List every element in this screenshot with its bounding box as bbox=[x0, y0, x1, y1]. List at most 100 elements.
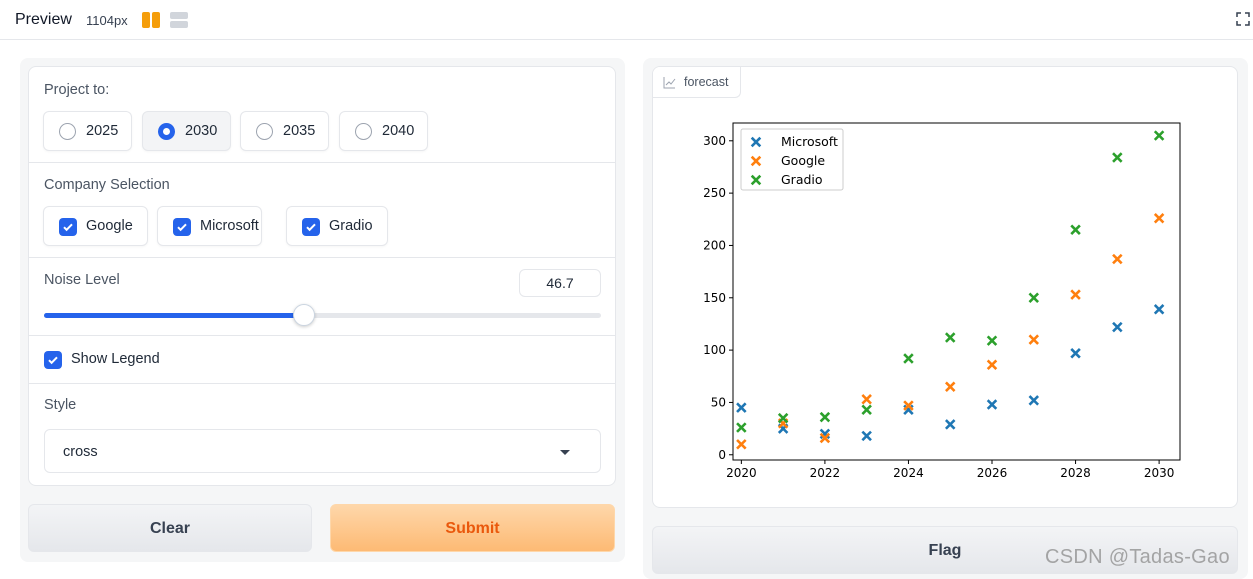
noise-level-label: Noise Level bbox=[44, 272, 120, 288]
data-point-microsoft bbox=[944, 419, 956, 430]
data-point-gradio bbox=[1070, 224, 1081, 235]
input-form: Project to: 2025 2030 2035 2040 Company … bbox=[28, 66, 616, 486]
data-point-gradio bbox=[944, 332, 956, 343]
data-point-google bbox=[1112, 253, 1123, 265]
plot-label: forecast bbox=[653, 67, 741, 98]
legend-label: Gradio bbox=[781, 172, 823, 187]
submit-button[interactable]: Submit bbox=[330, 504, 615, 552]
radio-2035[interactable]: 2035 bbox=[240, 111, 329, 151]
data-point-gradio bbox=[1028, 292, 1040, 304]
data-point-gradio bbox=[861, 404, 872, 416]
data-point-google bbox=[944, 381, 956, 392]
legend-label: Google bbox=[781, 153, 825, 168]
y-tick-label: 150 bbox=[703, 291, 726, 305]
radio-label: 2030 bbox=[185, 123, 218, 139]
company-selection-label: Company Selection bbox=[44, 177, 170, 193]
project-to-group: Project to: 2025 2030 2035 2040 bbox=[29, 67, 615, 163]
y-tick-label: 200 bbox=[703, 238, 726, 252]
data-point-microsoft bbox=[1153, 304, 1165, 315]
style-dropdown-value: cross bbox=[63, 444, 98, 460]
plot-label-text: forecast bbox=[684, 75, 729, 89]
project-to-label: Project to: bbox=[44, 82, 110, 98]
data-point-gradio bbox=[736, 422, 747, 433]
y-tick-label: 100 bbox=[703, 343, 726, 357]
noise-level-number-input[interactable]: 46.7 bbox=[519, 269, 601, 297]
data-point-microsoft bbox=[1070, 348, 1081, 359]
style-label: Style bbox=[44, 397, 77, 413]
checkbox-label: Microsoft bbox=[200, 218, 259, 234]
row-layout-icon[interactable] bbox=[170, 12, 188, 28]
data-point-microsoft bbox=[1028, 395, 1040, 406]
checkbox-gradio[interactable]: Gradio bbox=[286, 206, 388, 246]
data-point-microsoft bbox=[861, 430, 872, 442]
data-point-gradio bbox=[986, 335, 998, 346]
column-layout-icon[interactable] bbox=[142, 12, 160, 28]
data-point-google bbox=[986, 359, 998, 370]
data-point-gradio bbox=[903, 353, 914, 364]
show-legend-checkbox[interactable]: Show Legend bbox=[29, 336, 229, 384]
show-legend-label: Show Legend bbox=[71, 351, 160, 367]
radio-2025[interactable]: 2025 bbox=[43, 111, 132, 151]
radio-circle-selected bbox=[158, 123, 175, 140]
x-tick-label: 2030 bbox=[1144, 466, 1175, 480]
data-point-microsoft bbox=[986, 399, 998, 410]
checkbox-google[interactable]: Google bbox=[43, 206, 148, 246]
radio-label: 2025 bbox=[86, 123, 119, 139]
radio-2040[interactable]: 2040 bbox=[339, 111, 428, 151]
radio-label: 2035 bbox=[283, 123, 316, 139]
data-point-microsoft bbox=[1112, 321, 1123, 333]
data-point-gradio bbox=[1153, 130, 1165, 141]
data-point-google bbox=[736, 439, 747, 450]
chart-icon bbox=[663, 77, 676, 89]
style-dropdown[interactable]: cross bbox=[44, 429, 601, 473]
show-legend-group: Show Legend bbox=[29, 336, 615, 384]
chevron-down-icon bbox=[560, 450, 570, 455]
x-tick-label: 2026 bbox=[977, 466, 1008, 480]
data-point-google bbox=[1070, 289, 1081, 300]
radio-circle bbox=[256, 123, 273, 140]
y-tick-label: 0 bbox=[718, 448, 726, 462]
forecast-plot: forecast 2020 2022 2024 2026 2028 2030 0 50 100 1… bbox=[652, 66, 1238, 508]
clear-button[interactable]: Clear bbox=[28, 504, 312, 552]
data-point-gradio bbox=[1112, 152, 1123, 163]
y-tick-label: 300 bbox=[703, 134, 726, 148]
checkbox-microsoft[interactable]: Microsoft bbox=[157, 206, 262, 246]
forecast-scatter-chart: 2020 2022 2024 2026 2028 2030 0 50 100 150 200 250 3… bbox=[703, 122, 1181, 480]
data-point-google bbox=[1028, 334, 1040, 345]
data-point-gradio bbox=[819, 411, 831, 423]
checkbox-checked-icon bbox=[44, 351, 62, 369]
radio-circle bbox=[59, 123, 76, 140]
legend-label: Microsoft bbox=[781, 134, 838, 149]
noise-level-group: Noise Level 46.7 bbox=[29, 258, 615, 336]
y-tick-label: 50 bbox=[711, 395, 726, 409]
data-point-google bbox=[861, 394, 872, 405]
checkbox-label: Gradio bbox=[329, 218, 373, 234]
x-tick-label: 2022 bbox=[810, 466, 841, 480]
noise-level-slider[interactable] bbox=[44, 304, 601, 326]
outputs-panel: forecast 2020 2022 2024 2026 2028 2030 0 50 100 1… bbox=[643, 58, 1248, 579]
x-tick-label: 2020 bbox=[726, 466, 757, 480]
radio-circle bbox=[355, 123, 372, 140]
x-tick-label: 2028 bbox=[1060, 466, 1091, 480]
watermark: CSDN @Tadas-Gao bbox=[1045, 546, 1230, 568]
radio-2030[interactable]: 2030 bbox=[142, 111, 231, 151]
preview-width-label: 1104px bbox=[86, 13, 128, 28]
radio-label: 2040 bbox=[382, 123, 415, 139]
company-selection-group: Company Selection Google Microsoft Gradi… bbox=[29, 163, 615, 258]
slider-fill bbox=[44, 313, 305, 318]
x-tick-label: 2024 bbox=[893, 466, 924, 480]
checkbox-checked-icon bbox=[59, 218, 77, 236]
data-point-gradio bbox=[777, 412, 789, 424]
style-group: Style cross bbox=[29, 384, 615, 485]
checkbox-label: Google bbox=[86, 218, 133, 234]
data-point-google bbox=[1153, 213, 1165, 224]
data-point-microsoft bbox=[736, 402, 747, 413]
preview-header: Preview 1104px bbox=[0, 0, 1253, 40]
fullscreen-icon[interactable] bbox=[1236, 12, 1250, 26]
slider-thumb[interactable] bbox=[293, 304, 316, 326]
checkbox-checked-icon bbox=[173, 218, 191, 236]
inputs-panel: Project to: 2025 2030 2035 2040 Company … bbox=[20, 58, 625, 562]
y-tick-label: 250 bbox=[703, 186, 726, 200]
preview-title: Preview bbox=[15, 11, 72, 28]
checkbox-checked-icon bbox=[302, 218, 320, 236]
